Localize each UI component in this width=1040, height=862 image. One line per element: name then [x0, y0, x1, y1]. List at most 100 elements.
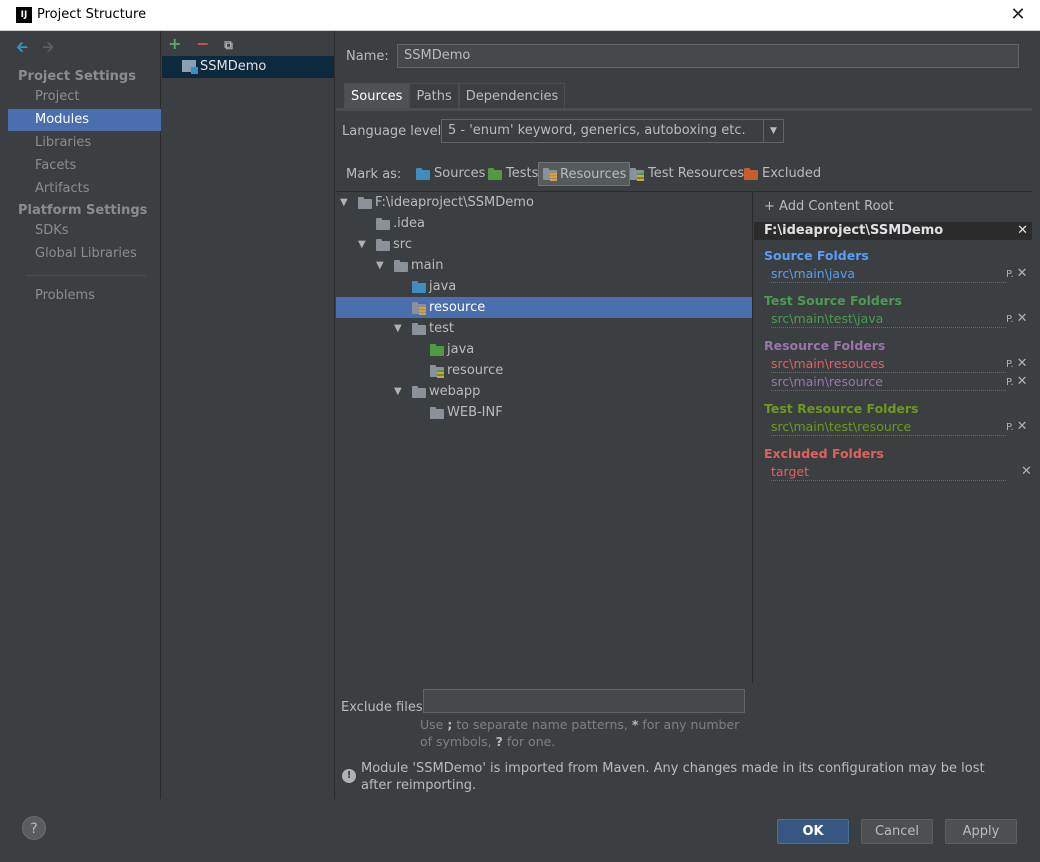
help-icon[interactable]: ?: [22, 816, 46, 840]
content-root-tree: ▼ F:\ideaproject\SSMDemo .idea ▼ src ▼ m…: [336, 191, 753, 683]
excluded-folders-title: Excluded Folders: [764, 446, 884, 461]
tree-row-label: webapp: [429, 384, 481, 399]
mark-test-resources-button[interactable]: Test Resources: [628, 162, 744, 186]
source-folder-path: src\main\java: [771, 266, 1006, 283]
remove-folder-icon[interactable]: ✕: [1017, 311, 1028, 326]
content-roots-pane: + Add Content Root F:\ideaproject\SSMDem…: [754, 191, 1032, 754]
edit-properties-icon[interactable]: P.: [1006, 422, 1014, 433]
name-label: Name:: [346, 49, 389, 64]
edit-properties-icon[interactable]: P.: [1006, 269, 1014, 280]
tree-row-label: src: [393, 237, 412, 252]
tree-row-test[interactable]: ▼ test: [336, 318, 752, 339]
folder-icon: [430, 407, 444, 419]
tests-folder-icon: [488, 168, 502, 180]
tree-row-main-resource[interactable]: resource: [336, 297, 752, 318]
chevron-down-icon[interactable]: ▼: [763, 120, 783, 142]
tree-row-root[interactable]: ▼ F:\ideaproject\SSMDemo: [336, 192, 752, 213]
expand-arrow-icon[interactable]: ▼: [394, 381, 402, 402]
module-item-ssmdemo[interactable]: SSMDemo: [162, 56, 334, 78]
nav-item-artifacts[interactable]: Artifacts: [8, 178, 161, 200]
language-level-value: 5 - 'enum' keyword, generics, autoboxing…: [448, 123, 746, 138]
module-item-label: SSMDemo: [200, 59, 267, 74]
close-icon[interactable]: ✕: [1006, 3, 1030, 27]
excluded-folder-path: target: [771, 464, 1006, 481]
mark-excluded-label: Excluded: [762, 166, 822, 181]
folder-icon: [412, 386, 426, 398]
tree-row-webapp[interactable]: ▼ webapp: [336, 381, 752, 402]
exclude-files-hint: Use ; to separate name patterns, * for a…: [420, 717, 740, 749]
tab-dependencies[interactable]: Dependencies: [458, 83, 566, 108]
edit-properties-icon[interactable]: P.: [1006, 359, 1014, 370]
modules-toolbar: + − ⧉: [168, 34, 248, 54]
remove-folder-icon[interactable]: ✕: [1017, 374, 1028, 389]
mark-tests-button[interactable]: Tests: [486, 162, 538, 186]
module-icon: [182, 60, 198, 74]
back-arrow-icon[interactable]: 🡰: [16, 37, 38, 62]
nav-item-modules[interactable]: Modules: [8, 109, 161, 131]
section-project-settings: Project Settings: [18, 69, 136, 84]
nav-item-libraries[interactable]: Libraries: [8, 132, 161, 154]
language-level-select[interactable]: 5 - 'enum' keyword, generics, autoboxing…: [441, 119, 784, 143]
copy-icon[interactable]: ⧉: [224, 38, 248, 53]
mark-test-resources-label: Test Resources: [648, 166, 745, 181]
tree-row-main-java[interactable]: java: [336, 276, 752, 297]
remove-folder-icon[interactable]: ✕: [1017, 419, 1028, 434]
test-resource-folders-title: Test Resource Folders: [764, 401, 919, 416]
tree-row-src[interactable]: ▼ src: [336, 234, 752, 255]
expand-arrow-icon[interactable]: ▼: [376, 255, 384, 276]
remove-icon[interactable]: −: [196, 34, 220, 53]
tree-row-label: resource: [447, 363, 504, 378]
ok-button[interactable]: OK: [777, 819, 849, 844]
expand-arrow-icon[interactable]: ▼: [394, 318, 402, 339]
tree-row-idea[interactable]: .idea: [336, 213, 752, 234]
folder-icon: [376, 239, 390, 251]
title-bar: IJ Project Structure ✕: [0, 0, 1040, 31]
mark-resources-button[interactable]: Resources: [538, 162, 631, 186]
content-root-header: F:\ideaproject\SSMDemo ✕: [754, 222, 1032, 240]
window-title: Project Structure: [37, 7, 147, 22]
nav-item-problems[interactable]: Problems: [8, 285, 161, 307]
forward-arrow-icon[interactable]: 🡲: [42, 37, 64, 62]
remove-root-icon[interactable]: ✕: [1017, 222, 1028, 240]
tree-row-label: main: [411, 258, 444, 273]
edit-properties-icon[interactable]: P.: [1006, 314, 1014, 325]
test-source-folder-icon: [430, 344, 444, 356]
source-folder-icon: [412, 281, 426, 293]
expand-arrow-icon[interactable]: ▼: [358, 234, 366, 255]
tree-row-label: F:\ideaproject\SSMDemo: [375, 195, 534, 210]
add-content-root-link[interactable]: + Add Content Root: [764, 199, 894, 214]
source-folder-actions: P. ✕: [1006, 266, 1030, 281]
exclude-files-input[interactable]: [423, 689, 745, 713]
nav-item-sdks[interactable]: SDKs: [8, 220, 161, 242]
expand-arrow-icon[interactable]: ▼: [340, 192, 348, 213]
mark-tests-label: Tests: [506, 166, 539, 181]
tree-row-label: java: [429, 279, 457, 294]
remove-folder-icon[interactable]: ✕: [1021, 464, 1032, 479]
module-tabs: Sources Paths Dependencies: [344, 83, 566, 108]
nav-item-facets[interactable]: Facets: [8, 155, 161, 177]
module-settings-panel: Name: SSMDemo Sources Paths Dependencies…: [336, 31, 1032, 799]
test-source-folder-actions: P. ✕: [1006, 311, 1030, 326]
folder-icon: [376, 218, 390, 230]
nav-item-project[interactable]: Project: [8, 86, 161, 108]
tree-row-web-inf[interactable]: WEB-INF: [336, 402, 752, 423]
mark-resources-label: Resources: [560, 167, 627, 182]
tab-sources[interactable]: Sources: [344, 83, 410, 108]
cancel-button[interactable]: Cancel: [861, 819, 933, 844]
tree-row-test-java[interactable]: java: [336, 339, 752, 360]
apply-button[interactable]: Apply: [945, 819, 1017, 844]
edit-properties-icon[interactable]: P.: [1006, 377, 1014, 388]
add-icon[interactable]: +: [168, 34, 192, 53]
mark-sources-button[interactable]: Sources: [414, 162, 485, 186]
remove-folder-icon[interactable]: ✕: [1017, 266, 1028, 281]
remove-folder-icon[interactable]: ✕: [1017, 356, 1028, 371]
tree-row-main[interactable]: ▼ main: [336, 255, 752, 276]
tab-paths[interactable]: Paths: [409, 83, 459, 108]
tree-row-label: test: [429, 321, 454, 336]
tree-row-test-resource[interactable]: resource: [336, 360, 752, 381]
resource-folder-actions: P. ✕: [1006, 374, 1030, 389]
content-root-path: F:\ideaproject\SSMDemo: [764, 223, 944, 238]
mark-excluded-button[interactable]: Excluded: [742, 162, 821, 186]
name-input[interactable]: SSMDemo: [397, 44, 1019, 68]
nav-item-global-libraries[interactable]: Global Libraries: [8, 243, 161, 265]
